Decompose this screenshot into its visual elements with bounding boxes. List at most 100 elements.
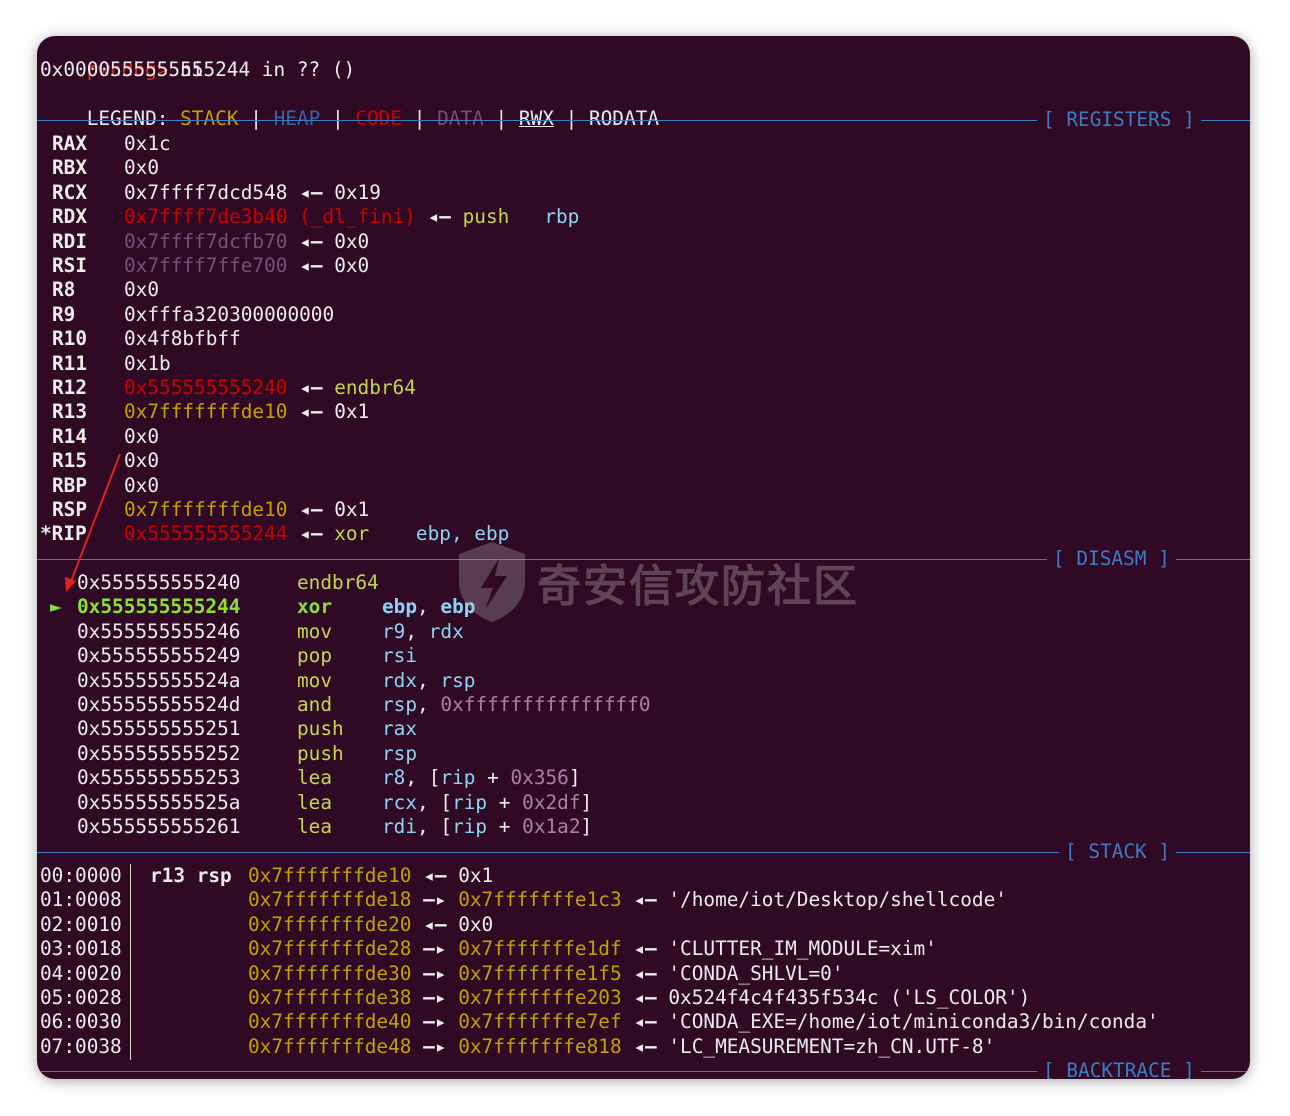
current-instruction-marker-icon [50, 717, 77, 741]
pointer-arrow: ◂— [633, 986, 657, 1009]
instruction-operand: r8 [382, 766, 406, 790]
register-value: 0x0 [124, 278, 160, 302]
instruction-operand: , [417, 693, 441, 716]
stack-value: 0x0 [458, 912, 494, 936]
stack-index: 02:0010 [40, 912, 122, 936]
instruction-mnemonic: lea [297, 766, 333, 790]
register-row: R15 0x0 [52, 449, 159, 473]
pointer-arrow: ◂— [423, 864, 447, 887]
legend-heap: HEAP [273, 107, 321, 130]
stack-index: 05:0028 [40, 986, 122, 1009]
instruction-operand: rip [452, 790, 488, 814]
stack-pointer-target: 0x7fffffffe1c3 [458, 888, 622, 912]
register-instruction: endbr64 [334, 376, 416, 399]
register-name: RBP [52, 473, 88, 497]
current-instruction-marker-icon [50, 791, 77, 815]
register-value: 0x7fffffffde10 [124, 498, 288, 521]
watermark: 奇安信攻防社区 [447, 536, 877, 626]
stack-entry: 0x7fffffffde18 —▸ 0x7fffffffe1c3 ◂— '/ho… [248, 888, 1007, 912]
instruction-operand: 0xfffffffffffffff0 [440, 693, 651, 716]
pointer-arrow: ◂— [633, 888, 657, 912]
legend-stack: STACK [180, 107, 239, 130]
stack-entry: 0x7fffffffde48 —▸ 0x7fffffffe818 ◂— 'LC_… [248, 1035, 995, 1059]
stack-address: 0x7fffffffde10 [248, 864, 412, 887]
register-deref: 0x0 [334, 229, 370, 253]
instruction-operand: , [417, 790, 441, 814]
legend-code: CODE [355, 107, 403, 130]
legend-separator: | [331, 107, 344, 130]
pointer-arrow: —▸ [423, 986, 447, 1009]
register-value: 0x4f8bfbff [124, 327, 241, 351]
register-name: RSI [52, 254, 88, 277]
register-instruction: xor [334, 522, 416, 546]
instruction-operand: [ [440, 790, 453, 814]
terminal-window[interactable]: pwndbg> ni 0x0000555555555244 in ?? () L… [37, 36, 1250, 1079]
instruction-mnemonic: endbr64 [297, 571, 379, 594]
stack-index-divider [130, 864, 131, 1060]
instruction-mnemonic: lea [297, 815, 333, 838]
pointer-arrow: —▸ [423, 937, 447, 961]
register-value: 0x1c [124, 132, 171, 155]
instruction-address: 0x555555555240 [77, 571, 241, 594]
stack-entry: 0x7fffffffde38 —▸ 0x7fffffffe203 ◂— 0x52… [248, 986, 1030, 1010]
stack-pointer-target: 0x7fffffffe1df [458, 937, 622, 961]
register-deref: 0x0 [334, 254, 370, 277]
disasm-row: 0x555555555251 push rax [50, 717, 417, 741]
instruction-operand: ] [568, 766, 581, 790]
stack-address: 0x7fffffffde38 [248, 986, 412, 1009]
pointer-arrow: ◂— [427, 205, 451, 229]
pointer-arrow: ◂— [299, 229, 323, 253]
register-value: 0x7ffff7dcfb70 [124, 229, 288, 253]
stack-index: 07:0038 [40, 1034, 122, 1058]
instruction-address: 0x555555555252 [77, 741, 241, 765]
register-row: R14 0x0 [52, 425, 159, 449]
instruction-operand: rsp [382, 741, 418, 765]
register-name: RDX [52, 205, 88, 229]
instruction-address: 0x55555555524d [77, 693, 241, 716]
instruction-operand: rdi [382, 815, 418, 838]
stack-pointer-target: 0x7fffffffe7ef [458, 1010, 622, 1034]
stack-entry: 0x7fffffffde40 —▸ 0x7fffffffe7ef ◂— 'CON… [248, 1010, 1159, 1034]
stack-index: 00:0000 [40, 864, 122, 887]
register-row: R12 0x555555555240 ◂— endbr64 [52, 376, 416, 400]
instruction-mnemonic: mov [297, 668, 333, 692]
stack-address: 0x7fffffffde20 [248, 912, 412, 936]
current-instruction-marker-icon [50, 571, 77, 595]
instruction-operand: rip [440, 766, 476, 790]
register-operands: ebp, ebp [415, 522, 510, 546]
register-row: R13 0x7fffffffde10 ◂— 0x1 [52, 400, 369, 424]
stack-value: '/home/iot/Desktop/shellcode' [668, 888, 1007, 912]
register-value: 0x0 [124, 156, 160, 180]
legend-separator: | [495, 107, 508, 130]
instruction-address: 0x555555555244 [77, 595, 241, 619]
register-name: RAX [52, 132, 88, 155]
pointer-arrow: ◂— [633, 1010, 657, 1034]
current-instruction-marker-icon [50, 693, 77, 717]
register-name: R10 [52, 327, 88, 351]
registers-header: [ REGISTERS ] [1037, 108, 1201, 132]
register-name: R12 [52, 376, 88, 399]
stack-entry: 0x7fffffffde28 —▸ 0x7fffffffe1df ◂— 'CLU… [248, 937, 937, 961]
instruction-operand: rcx [382, 790, 418, 814]
stack-index: 04:0020 [40, 961, 122, 985]
instruction-address: 0x555555555251 [77, 717, 241, 741]
stack-value: 0x1 [458, 864, 494, 887]
stack-entry: 0x7fffffffde20 ◂— 0x0 [248, 913, 493, 937]
instruction-operand: ] [580, 815, 593, 838]
instruction-address: 0x555555555261 [77, 815, 241, 838]
instruction-address: 0x55555555524a [77, 668, 241, 692]
register-name: RDI [52, 229, 88, 253]
register-row: R9 0xfffa320300000000 [52, 303, 334, 327]
pointer-arrow: —▸ [423, 1010, 447, 1034]
pointer-arrow: ◂— [299, 498, 323, 521]
register-value: 0x7ffff7de3b40 (_dl_fini) [124, 205, 416, 229]
register-row: RCX 0x7ffff7dcd548 ◂— 0x19 [52, 181, 381, 205]
register-name: RBX [52, 156, 88, 180]
register-row: R11 0x1b [52, 352, 171, 376]
register-value: 0x555555555240 [124, 376, 288, 399]
pointer-arrow: ◂— [633, 1034, 657, 1058]
register-value: 0x555555555244 [124, 522, 288, 546]
register-name: RSP [52, 498, 88, 521]
legend-data: DATA [437, 107, 484, 130]
register-name: R11 [52, 351, 88, 375]
